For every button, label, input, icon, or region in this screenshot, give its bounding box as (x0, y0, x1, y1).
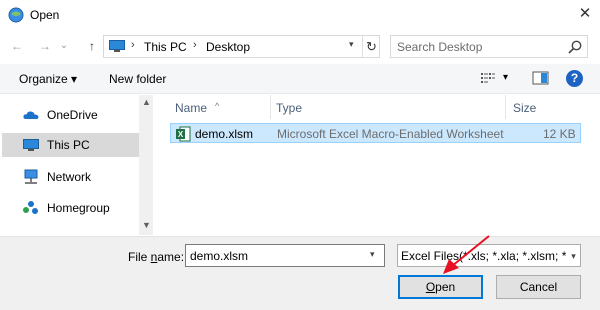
file-name-input[interactable]: demo.xlsm ▾ (185, 244, 385, 267)
back-button[interactable]: ← (8, 37, 26, 55)
file-name-value: demo.xlsm (190, 249, 249, 263)
refresh-button[interactable]: ↻ (362, 36, 380, 57)
column-header-size[interactable]: Size (506, 95, 586, 119)
app-icon (8, 7, 24, 23)
navigation-bar: ← → ⌄ ↑ › This PC › Desktop ▾ ↻ Search D… (0, 32, 600, 62)
navigation-pane: OneDrive This PC Network Homegroup ▲ ▼ (2, 95, 153, 235)
excel-file-icon: X (176, 126, 191, 142)
sidebar-item-label: Homegroup (47, 201, 110, 215)
sidebar-scrollbar[interactable]: ▲ ▼ (139, 95, 153, 235)
window-title: Open (30, 8, 60, 22)
this-pc-icon (109, 40, 125, 52)
sidebar-item-network[interactable]: Network (2, 165, 139, 189)
recent-locations-button[interactable]: ⌄ (58, 37, 70, 55)
up-arrow-icon: ↑ (89, 39, 95, 53)
column-header-name[interactable]: Name ^ (165, 95, 270, 119)
onedrive-cloud-icon (23, 111, 39, 119)
file-name-label: File name: (128, 250, 185, 264)
file-type: Microsoft Excel Macro-Enabled Worksheet (277, 127, 504, 141)
breadcrumb-separator: › (193, 39, 197, 51)
homegroup-icon (23, 201, 38, 214)
breadcrumb-desktop[interactable]: Desktop (206, 40, 250, 54)
chevron-down-icon: ⌄ (59, 40, 69, 51)
sidebar-item-label: OneDrive (47, 108, 98, 122)
svg-text:X: X (178, 130, 184, 139)
dialog-footer: File name: demo.xlsm ▾ Excel Files(*.xls… (0, 236, 600, 310)
search-box[interactable]: Search Desktop (390, 35, 588, 58)
file-row[interactable]: X demo.xlsm Microsoft Excel Macro-Enable… (170, 123, 581, 143)
scroll-up-icon[interactable]: ▲ (142, 97, 151, 107)
column-header-type[interactable]: Type (271, 95, 505, 119)
file-list: Name ^ Type Size X demo.xlsm Microsoft E… (165, 95, 600, 235)
address-bar[interactable]: › This PC › Desktop ▾ ↻ (103, 35, 380, 58)
up-button[interactable]: ↑ (83, 37, 101, 55)
network-icon (24, 169, 38, 184)
refresh-icon: ↻ (366, 39, 377, 54)
search-icon (568, 40, 582, 54)
file-size: 12 KB (543, 127, 576, 141)
chevron-down-icon: ▾ (566, 249, 580, 264)
file-name: demo.xlsm (195, 127, 254, 141)
sidebar-item-label: This PC (47, 138, 90, 152)
breadcrumb-separator: › (131, 39, 135, 51)
view-dropdown-icon[interactable]: ▾ (503, 72, 508, 83)
forward-arrow-icon: → (39, 39, 51, 53)
help-icon[interactable]: ? (566, 70, 583, 87)
sidebar-item-label: Network (47, 170, 92, 184)
preview-pane-icon[interactable] (532, 70, 549, 86)
new-folder-button[interactable]: New folder (109, 72, 166, 86)
column-label: Type (276, 101, 303, 115)
breadcrumb-this-pc[interactable]: This PC (144, 40, 187, 54)
this-pc-icon (23, 139, 39, 151)
open-button[interactable]: Open (398, 275, 483, 299)
view-list-icon[interactable] (480, 70, 496, 86)
title-bar: Open ✕ (0, 0, 600, 30)
organize-button[interactable]: Organize ▾ (19, 72, 77, 86)
column-label: Size (513, 101, 537, 115)
close-icon: ✕ (578, 5, 592, 22)
forward-button[interactable]: → (36, 37, 54, 55)
chevron-down-icon[interactable]: ▾ (349, 39, 354, 50)
back-arrow-icon: ← (11, 39, 23, 53)
sidebar-item-onedrive[interactable]: OneDrive (2, 103, 139, 127)
sidebar-item-this-pc[interactable]: This PC (2, 133, 139, 157)
search-placeholder: Search Desktop (397, 40, 483, 54)
chevron-down-icon[interactable]: ▾ (370, 249, 375, 260)
scroll-down-icon[interactable]: ▼ (142, 220, 151, 230)
column-label: Name (175, 101, 208, 115)
close-button[interactable]: ✕ (574, 4, 596, 24)
sidebar-item-homegroup[interactable]: Homegroup (2, 196, 139, 220)
filter-value: Excel Files(*.xls; *.xla; *.xlsm; *.d (401, 249, 577, 263)
file-type-filter[interactable]: Excel Files(*.xls; *.xla; *.xlsm; *.d ▾ (397, 244, 581, 267)
sort-ascending-icon: ^ (215, 101, 220, 111)
toolbar: Organize ▾ New folder ▾ ? (0, 64, 600, 94)
cancel-button[interactable]: Cancel (496, 275, 581, 299)
